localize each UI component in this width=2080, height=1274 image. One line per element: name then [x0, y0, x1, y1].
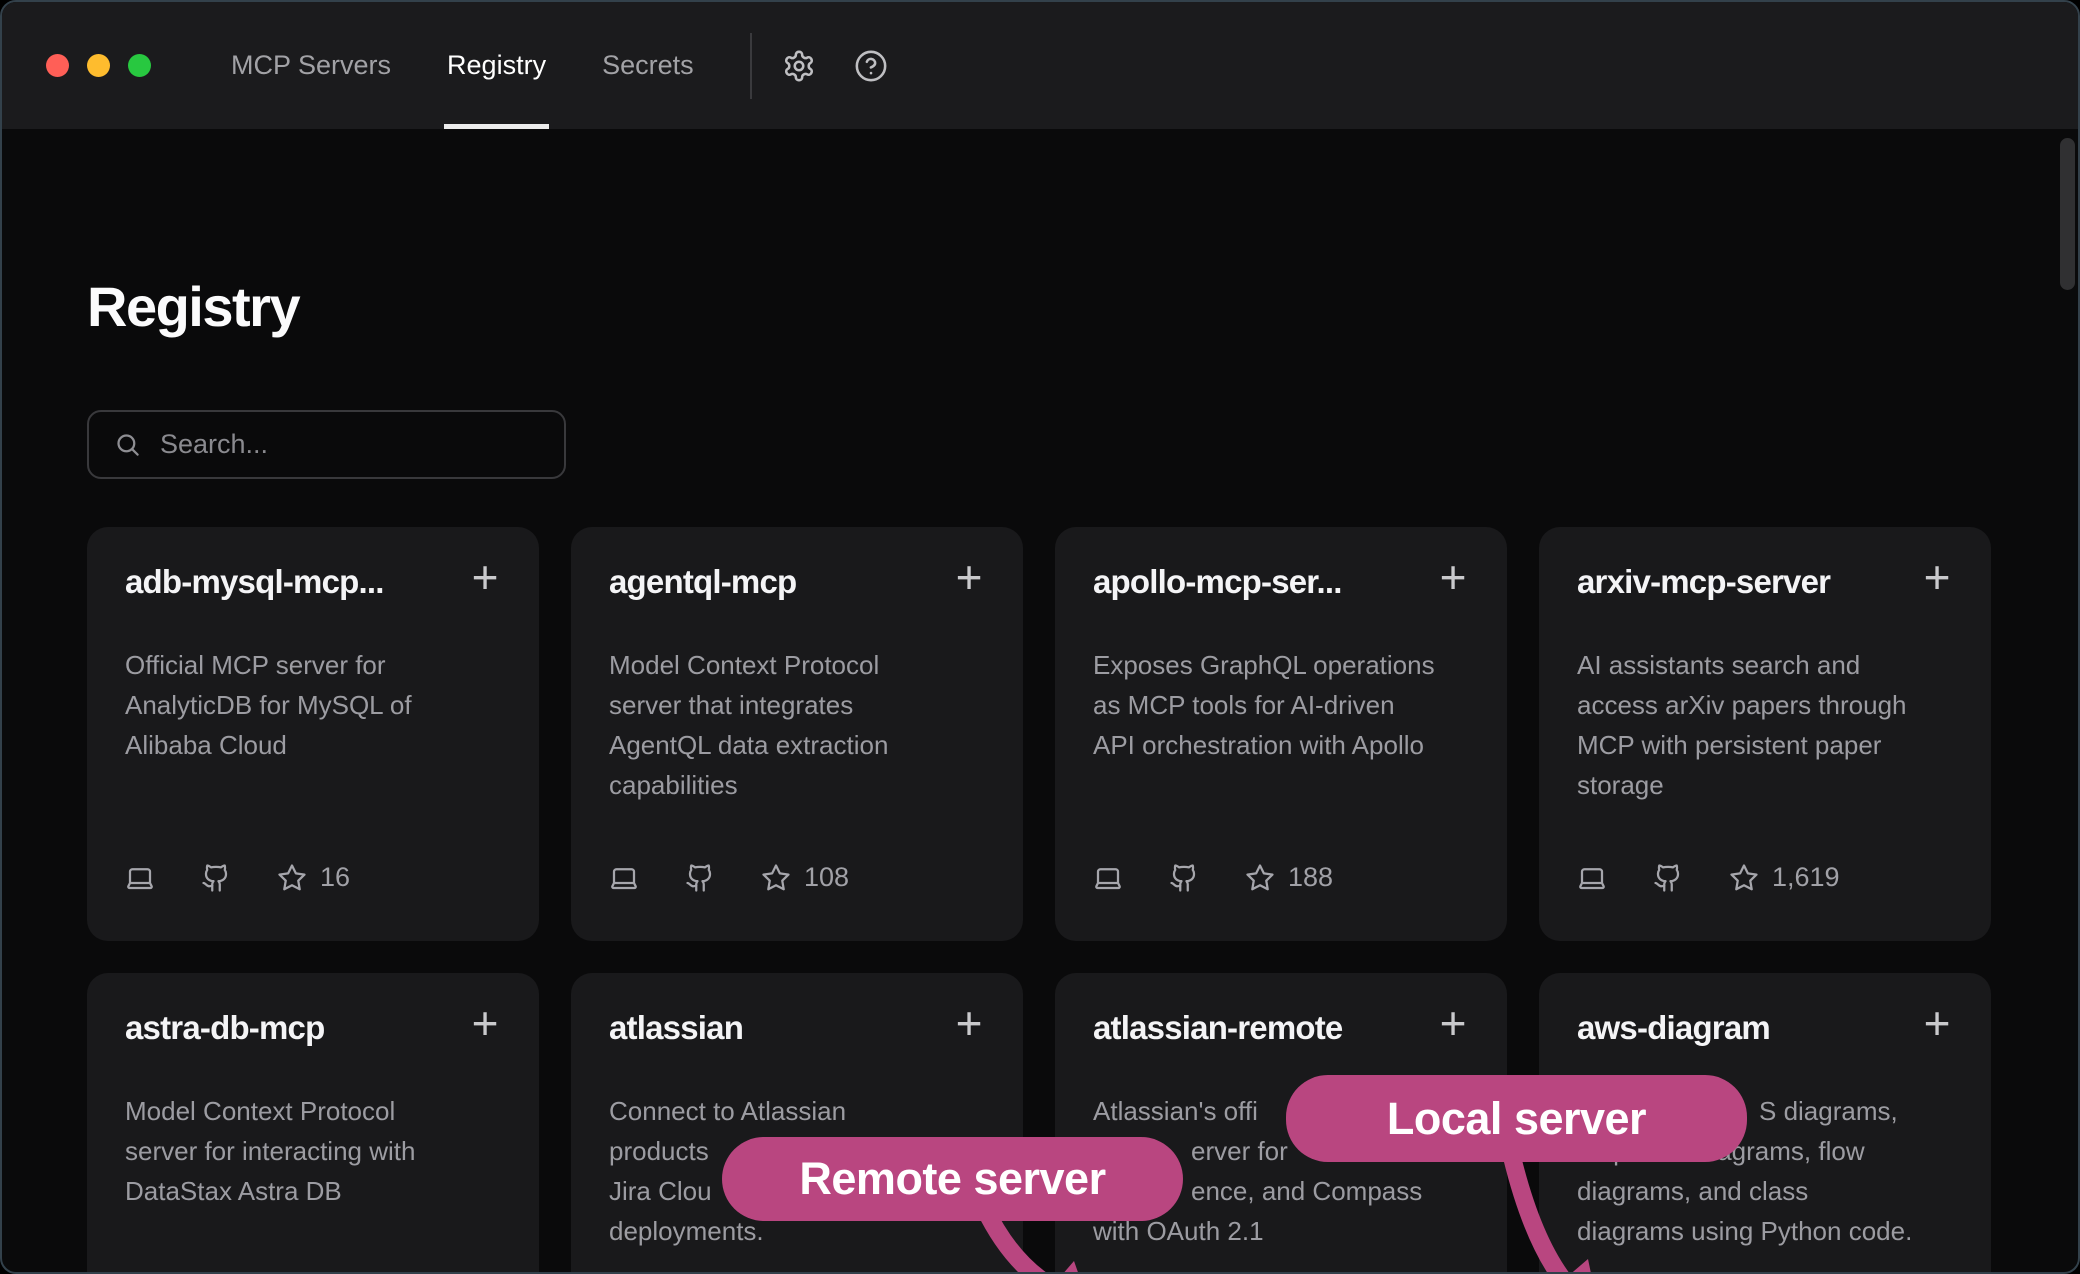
- server-description-line: AI assistants search and: [1577, 645, 1955, 685]
- laptop-icon: [125, 863, 155, 893]
- server-meta: 108: [609, 862, 849, 893]
- server-description-line: MCP with persistent paper: [1577, 725, 1955, 765]
- add-server-button[interactable]: +: [1913, 999, 1961, 1047]
- server-card-agentql-mcp[interactable]: agentql-mcp + Model Context Protocolserv…: [571, 527, 1023, 941]
- server-description-line: diagrams using Python code.: [1577, 1211, 1955, 1251]
- gear-icon: [782, 49, 816, 83]
- star-count: 1,619: [1772, 862, 1840, 893]
- server-name: atlassian: [609, 1009, 949, 1047]
- server-description-line: storage: [1577, 765, 1955, 805]
- help-icon: [854, 49, 888, 83]
- help-button[interactable]: [852, 47, 890, 85]
- star-icon: [761, 863, 791, 893]
- add-server-button[interactable]: +: [1429, 553, 1477, 601]
- server-meta: 16: [125, 862, 350, 893]
- server-card-astra-db-mcp[interactable]: astra-db-mcp + Model Context Protocolser…: [87, 973, 539, 1274]
- local-server-label: Local server: [1387, 1093, 1646, 1145]
- laptop-icon: [1577, 863, 1607, 893]
- github-icon: [201, 863, 231, 893]
- toolbar-divider: [750, 33, 752, 99]
- close-button[interactable]: [46, 54, 69, 77]
- settings-button[interactable]: [780, 47, 818, 85]
- laptop-icon: [1093, 863, 1123, 893]
- server-card-adb-mysql-mcp[interactable]: adb-mysql-mcp... + Official MCP server f…: [87, 527, 539, 941]
- server-description: AI assistants search andaccess arXiv pap…: [1577, 645, 1955, 805]
- main-nav: MCP Servers Registry Secrets: [231, 2, 694, 129]
- server-meta: 188: [1093, 862, 1333, 893]
- add-server-button[interactable]: +: [945, 999, 993, 1047]
- titlebar: MCP Servers Registry Secrets: [2, 2, 2078, 129]
- server-name: arxiv-mcp-server: [1577, 563, 1917, 601]
- github-icon: [685, 863, 715, 893]
- server-meta: 1,619: [1577, 862, 1840, 893]
- server-description: Model Context Protocolserver that integr…: [609, 645, 987, 805]
- star-icon: [1245, 863, 1275, 893]
- tab-secrets[interactable]: Secrets: [602, 2, 694, 129]
- server-description-line: access arXiv papers through: [1577, 685, 1955, 725]
- star-icon: [1729, 863, 1759, 893]
- github-icon: [1653, 863, 1683, 893]
- local-server-badge: Local server: [1286, 1075, 1747, 1162]
- server-description-line: server that integrates: [609, 685, 987, 725]
- star-icon: [277, 863, 307, 893]
- search-icon: [114, 431, 141, 458]
- server-name: atlassian-remote: [1093, 1009, 1433, 1047]
- laptop-icon: [609, 863, 639, 893]
- tab-mcp-servers[interactable]: MCP Servers: [231, 2, 391, 129]
- server-description-line: DataStax Astra DB: [125, 1171, 503, 1211]
- add-server-button[interactable]: +: [945, 553, 993, 601]
- server-card-atlassian[interactable]: atlassian + Connect to Atlassianproducts…: [571, 973, 1023, 1274]
- star-count: 16: [320, 862, 350, 893]
- server-description-line: Alibaba Cloud: [125, 725, 503, 765]
- tab-registry[interactable]: Registry: [447, 2, 546, 129]
- server-description-line: server for interacting with: [125, 1131, 503, 1171]
- server-description-line: AnalyticDB for MySQL of: [125, 685, 503, 725]
- registry-page: Registry adb-mysql-mcp... + Official MCP…: [2, 129, 2078, 1274]
- star-count: 108: [804, 862, 849, 893]
- server-name: adb-mysql-mcp...: [125, 563, 465, 601]
- server-card-apollo-mcp-server[interactable]: apollo-mcp-ser... + Exposes GraphQL oper…: [1055, 527, 1507, 941]
- server-description: Exposes GraphQL operationsas MCP tools f…: [1093, 645, 1471, 765]
- search-input[interactable]: [158, 428, 542, 461]
- server-name: astra-db-mcp: [125, 1009, 465, 1047]
- star-count: 188: [1288, 862, 1333, 893]
- scrollbar-thumb[interactable]: [2060, 138, 2075, 290]
- server-description-line: Model Context Protocol: [125, 1091, 503, 1131]
- server-description: Model Context Protocolserver for interac…: [125, 1091, 503, 1211]
- server-name: agentql-mcp: [609, 563, 949, 601]
- server-description-line: AgentQL data extraction: [609, 725, 987, 765]
- zoom-button[interactable]: [128, 54, 151, 77]
- server-description: Official MCP server forAnalyticDB for My…: [125, 645, 503, 765]
- add-server-button[interactable]: +: [461, 999, 509, 1047]
- server-name: apollo-mcp-ser...: [1093, 563, 1433, 601]
- add-server-button[interactable]: +: [1913, 553, 1961, 601]
- server-description-line: Model Context Protocol: [609, 645, 987, 685]
- add-server-button[interactable]: +: [461, 553, 509, 601]
- search-box: [87, 410, 566, 479]
- github-icon: [1169, 863, 1199, 893]
- app-window: MCP Servers Registry Secrets Registry ad…: [0, 0, 2080, 1274]
- server-description-line: Official MCP server for: [125, 645, 503, 685]
- server-description-line: as MCP tools for AI-driven: [1093, 685, 1471, 725]
- minimize-button[interactable]: [87, 54, 110, 77]
- page-title: Registry: [87, 275, 299, 339]
- server-description-line: API orchestration with Apollo: [1093, 725, 1471, 765]
- remote-server-label: Remote server: [799, 1153, 1105, 1205]
- server-description-line: diagrams, and class: [1577, 1171, 1955, 1211]
- server-name: aws-diagram: [1577, 1009, 1917, 1047]
- server-card-arxiv-mcp-server[interactable]: arxiv-mcp-server + AI assistants search …: [1539, 527, 1991, 941]
- server-description-line: capabilities: [609, 765, 987, 805]
- add-server-button[interactable]: +: [1429, 999, 1477, 1047]
- remote-server-badge: Remote server: [722, 1137, 1183, 1221]
- server-description-line: Exposes GraphQL operations: [1093, 645, 1471, 685]
- server-description-line: Connect to Atlassian: [609, 1091, 987, 1131]
- window-controls: [46, 54, 151, 77]
